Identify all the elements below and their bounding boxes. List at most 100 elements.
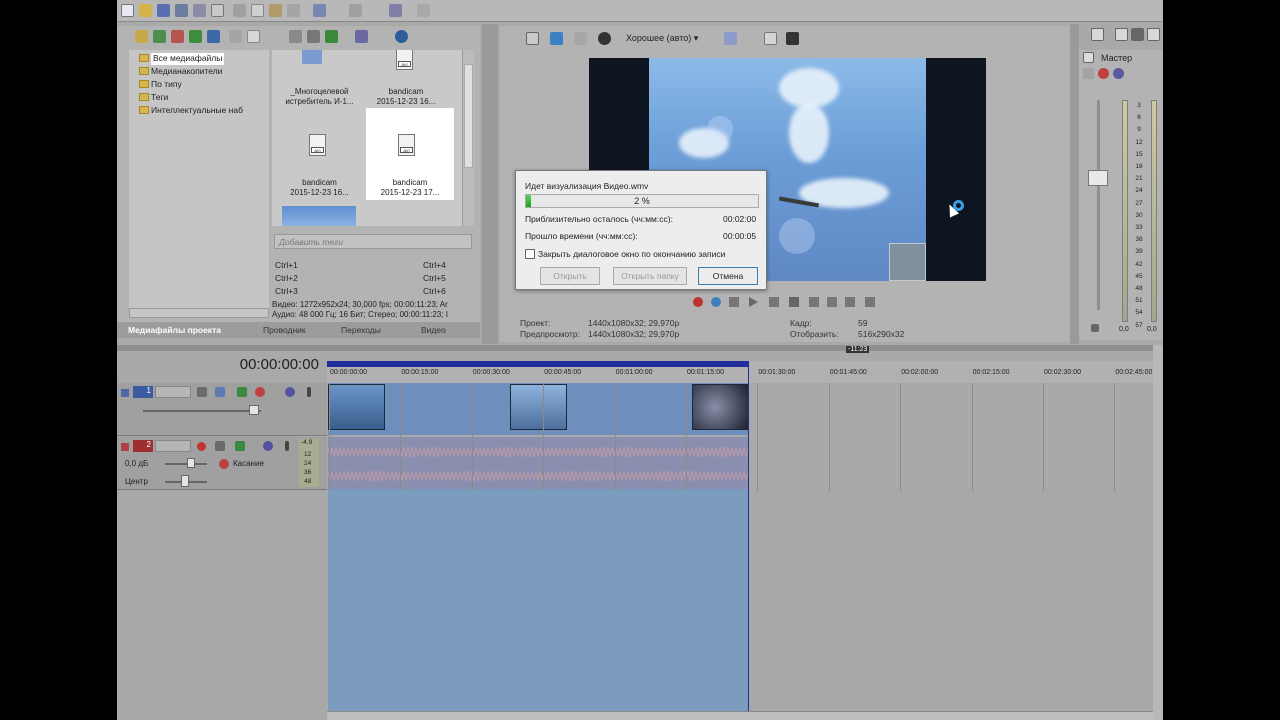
track-name-field[interactable]	[155, 440, 191, 452]
fx-icon[interactable]	[574, 32, 587, 45]
track-name-field[interactable]	[155, 386, 191, 398]
arm-record-icon[interactable]	[197, 442, 206, 451]
quality-dropdown[interactable]: Хорошее (авто) ▾	[626, 33, 698, 44]
save-icon[interactable]	[157, 4, 170, 17]
play-icon[interactable]	[749, 297, 758, 307]
gear-icon[interactable]	[255, 387, 265, 397]
tab-video-fx[interactable]: Видео	[421, 325, 446, 335]
new-icon[interactable]	[121, 4, 134, 17]
opacity-thumb[interactable]	[249, 405, 259, 415]
play-icon[interactable]	[289, 30, 302, 43]
tree-hscrollbar[interactable]	[129, 308, 269, 318]
extract-icon[interactable]	[207, 30, 220, 43]
split-screen-icon[interactable]	[598, 32, 611, 45]
volume-slider[interactable]	[165, 463, 207, 465]
cancel-button[interactable]: Отмена	[698, 267, 758, 285]
collapse-icon[interactable]	[121, 443, 129, 451]
tree-item-tags[interactable]: Теги	[151, 92, 168, 104]
undo-icon[interactable]	[313, 4, 326, 17]
prev-frame-icon[interactable]	[845, 297, 855, 307]
master-tb-2-icon[interactable]	[1115, 28, 1128, 41]
save-snapshot-icon[interactable]	[786, 32, 799, 45]
panel-splitter[interactable]	[1070, 24, 1079, 344]
tree-item-all-media[interactable]: Все медиафайлы	[151, 53, 225, 65]
compositing-icon[interactable]	[197, 387, 207, 397]
lock-icon[interactable]	[1091, 324, 1099, 332]
open-folder-button[interactable]: Открыть папку	[613, 267, 687, 285]
bus-props-icon[interactable]	[1083, 52, 1094, 63]
video-clip-thumb[interactable]	[510, 384, 567, 430]
go-start-icon[interactable]	[809, 297, 819, 307]
next-frame-icon[interactable]	[865, 297, 875, 307]
paste-icon[interactable]	[269, 4, 282, 17]
master-tb-3-icon[interactable]	[1131, 28, 1144, 41]
record-icon[interactable]	[693, 297, 703, 307]
go-end-icon[interactable]	[827, 297, 837, 307]
avi-file-icon[interactable]: AVI	[398, 134, 415, 156]
tab-transitions[interactable]: Переходы	[341, 325, 381, 335]
snap-icon[interactable]	[389, 4, 402, 17]
avi-file-icon[interactable]: AVI	[309, 134, 326, 156]
media-thumb-video[interactable]	[282, 206, 356, 226]
open-button[interactable]: Открыть	[540, 267, 600, 285]
external-monitor-icon[interactable]	[550, 32, 563, 45]
avi-file-icon[interactable]: AVI	[396, 50, 413, 70]
delete-icon[interactable]	[287, 4, 300, 17]
motion-icon[interactable]	[215, 387, 225, 397]
loop-icon[interactable]	[711, 297, 721, 307]
tab-project-media[interactable]: Медиафайлы проекта	[128, 325, 221, 335]
capture-icon[interactable]	[153, 30, 166, 43]
automation-mode[interactable]: Касание	[233, 459, 264, 468]
pan-thumb[interactable]	[181, 475, 189, 487]
mute-icon[interactable]	[263, 441, 273, 451]
close-on-finish-checkbox[interactable]	[525, 249, 535, 259]
volume-thumb[interactable]	[187, 458, 195, 468]
panel-splitter[interactable]	[482, 24, 498, 344]
overlays-icon[interactable]	[724, 32, 737, 45]
timeline-vscrollbar[interactable]	[1153, 345, 1163, 720]
timeline-hscrollbar[interactable]	[327, 711, 1153, 720]
collapse-icon[interactable]	[121, 389, 129, 397]
invert-phase-icon[interactable]	[215, 441, 225, 451]
master-tb-4-icon[interactable]	[1147, 28, 1160, 41]
pause-icon[interactable]	[769, 297, 779, 307]
fx-chain-icon[interactable]	[1083, 68, 1094, 79]
web-icon[interactable]	[171, 30, 184, 43]
master-fader[interactable]	[1088, 170, 1108, 186]
search-icon[interactable]	[395, 30, 408, 43]
render-icon[interactable]	[193, 4, 206, 17]
tab-explorer[interactable]: Проводник	[263, 325, 306, 335]
tree-item-storage[interactable]: Медианакопители	[151, 66, 222, 78]
import-icon[interactable]	[135, 30, 148, 43]
loop-region[interactable]	[327, 361, 748, 367]
mute-icon[interactable]	[1113, 68, 1124, 79]
opacity-slider[interactable]	[143, 410, 261, 412]
copy-icon[interactable]	[251, 4, 264, 17]
tree-item-by-type[interactable]: По типу	[151, 79, 182, 91]
mute-icon[interactable]	[285, 387, 295, 397]
redo-icon[interactable]	[349, 4, 362, 17]
video-clip-thumb[interactable]	[692, 384, 749, 430]
tree-item-smart-bins[interactable]: Интеллектуальные наб	[151, 105, 261, 117]
save-as-icon[interactable]	[175, 4, 188, 17]
props-icon[interactable]	[247, 30, 260, 43]
refresh-icon[interactable]	[189, 30, 202, 43]
timeline-empty-area[interactable]	[328, 489, 749, 715]
help-icon[interactable]	[417, 4, 430, 17]
views-icon[interactable]	[355, 30, 368, 43]
stop-icon[interactable]	[789, 297, 799, 307]
project-props-icon[interactable]	[526, 32, 539, 45]
gear-icon[interactable]	[219, 459, 229, 469]
master-tb-1-icon[interactable]	[1091, 28, 1104, 41]
video-clip-thumb[interactable]	[328, 384, 385, 430]
auto-preview-icon[interactable]	[325, 30, 338, 43]
fx-icon[interactable]	[237, 387, 247, 397]
open-icon[interactable]	[139, 4, 152, 17]
timeline-right-area[interactable]	[749, 491, 1153, 711]
cut-icon[interactable]	[233, 4, 246, 17]
gear-icon[interactable]	[1098, 68, 1109, 79]
remove-icon[interactable]	[229, 30, 242, 43]
tag-input[interactable]: Добавить теги	[274, 234, 472, 249]
timeline-splitter[interactable]	[117, 345, 1163, 351]
copy-snapshot-icon[interactable]	[764, 32, 777, 45]
